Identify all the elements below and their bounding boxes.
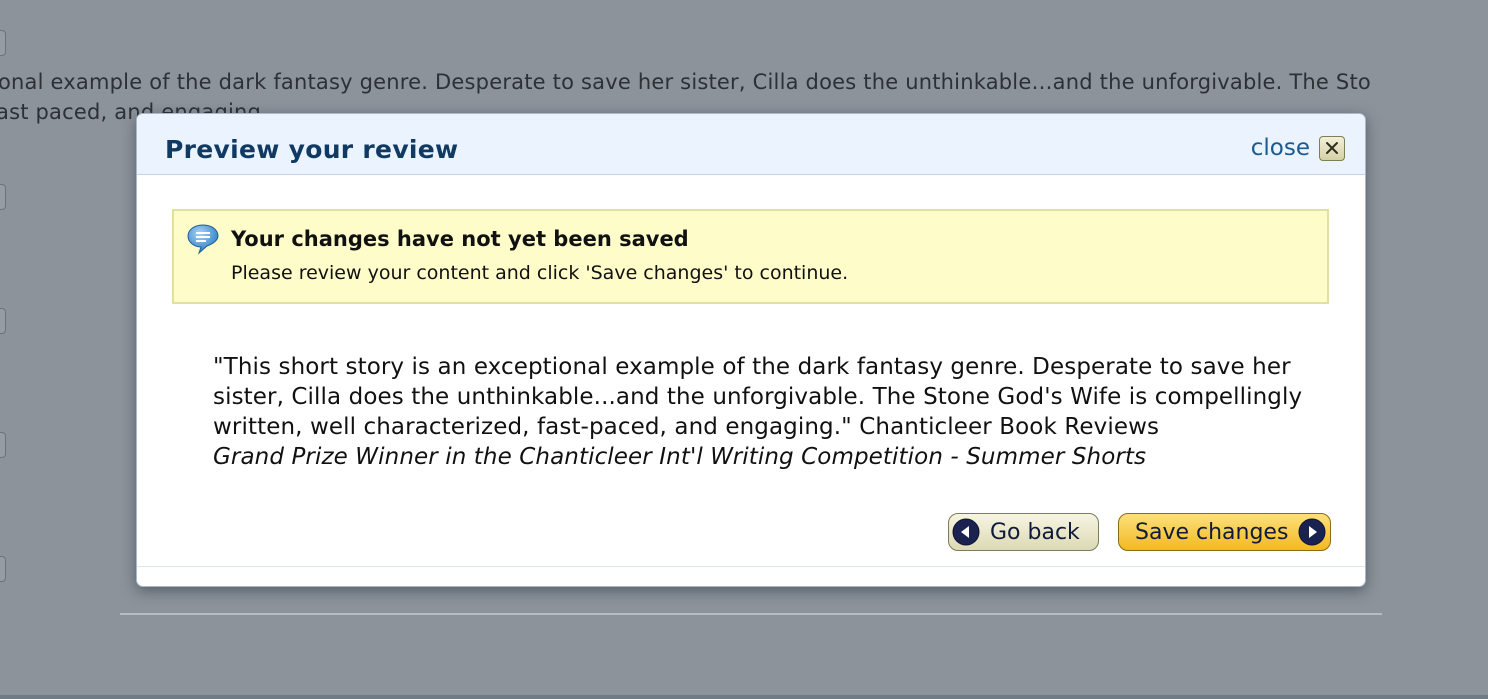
background-tab (0, 556, 6, 582)
close-icon[interactable] (1319, 135, 1345, 161)
alert-title: Your changes have not yet been saved (231, 227, 689, 251)
go-back-button[interactable]: Go back (948, 513, 1099, 551)
background-text-line: onal example of the dark fantasy genre. … (0, 70, 1371, 94)
background-tab (0, 184, 6, 210)
close-link[interactable]: close (1251, 135, 1345, 161)
background-tab (0, 432, 6, 458)
background-divider (120, 613, 1382, 615)
unsaved-changes-alert: Your changes have not yet been saved Ple… (172, 209, 1329, 304)
speech-bubble-icon (186, 223, 220, 259)
background-tab (0, 308, 6, 334)
review-award: Grand Prize Winner in the Chanticleer In… (213, 444, 1147, 470)
go-back-label[interactable]: Go back (990, 520, 1080, 545)
save-changes-button[interactable]: Save changes (1118, 513, 1331, 551)
alert-message: Please review your content and click 'Sa… (231, 262, 849, 284)
review-preview-text: "This short story is an exceptional exam… (213, 352, 1333, 472)
arrow-right-icon (1298, 518, 1326, 546)
dialog-footer-divider (137, 566, 1365, 567)
close-label[interactable]: close (1251, 135, 1310, 161)
review-quote: "This short story is an exceptional exam… (213, 354, 1303, 440)
preview-review-dialog: Preview your review close Your changes h… (136, 113, 1366, 587)
background-tab (0, 30, 6, 56)
background-bottom-bar (0, 695, 1488, 699)
arrow-left-icon (952, 518, 980, 546)
save-changes-label[interactable]: Save changes (1135, 520, 1288, 545)
dialog-header: Preview your review close (137, 114, 1365, 175)
dialog-title: Preview your review (165, 135, 459, 164)
